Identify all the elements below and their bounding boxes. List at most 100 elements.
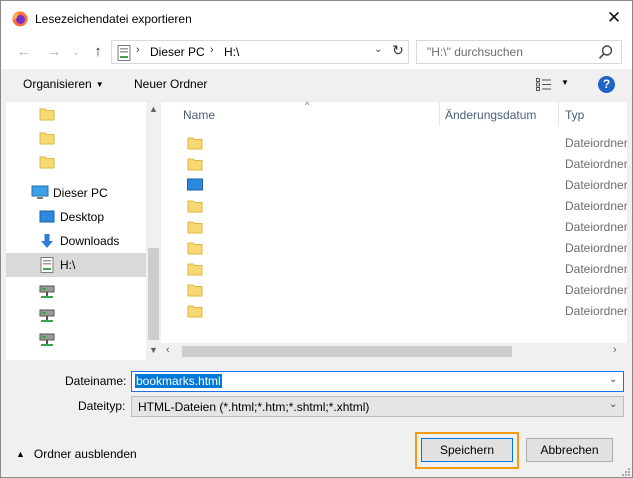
column-header-row: ^ Name Änderungsdatum Typ (161, 102, 627, 126)
column-header-date[interactable]: Änderungsdatum (445, 108, 536, 122)
folder-icon (187, 137, 203, 150)
navigation-bar: ← → ⌄ ↑ › Dieser PC › H:\ ⌄ ↻ "H:\" durc… (1, 37, 632, 69)
desktop-folder-icon (187, 178, 203, 191)
cancel-button[interactable]: Abbrechen (526, 438, 613, 462)
file-row[interactable]: Dateiordner (161, 216, 627, 237)
file-type: Dateiordner (565, 283, 627, 297)
resize-grip-icon[interactable] (621, 467, 631, 477)
file-type: Dateiordner (565, 220, 627, 234)
scroll-up-icon[interactable]: ▲ (146, 104, 161, 114)
back-arrow-icon[interactable]: ← (13, 41, 35, 63)
scroll-left-icon[interactable]: ‹ (166, 344, 170, 356)
forward-arrow-icon[interactable]: → (43, 41, 65, 63)
folder-icon (39, 108, 55, 121)
file-row[interactable]: Dateiordner (161, 153, 627, 174)
file-row[interactable]: Dateiordner (161, 132, 627, 153)
file-row[interactable]: Dateiordner (161, 300, 627, 321)
horizontal-scrollbar[interactable]: ‹ › (161, 343, 627, 360)
file-row[interactable]: Dateiordner (161, 279, 627, 300)
filename-label: Dateiname: (65, 374, 127, 388)
save-dialog: Lesezeichendatei exportieren ✕ ← → ⌄ ↑ ›… (0, 0, 633, 478)
chevron-down-icon[interactable]: ⌄ (609, 374, 617, 385)
folder-icon (187, 200, 203, 213)
sidebar-item-network-drive-1[interactable] (6, 280, 146, 304)
sidebar-item-network-drive-2[interactable] (6, 304, 146, 328)
organize-label: Organisieren (23, 77, 92, 91)
filetype-label: Dateityp: (78, 399, 126, 413)
column-header-name[interactable]: Name (183, 108, 215, 122)
up-arrow-icon[interactable]: ↑ (87, 41, 109, 63)
recent-locations-chevron-icon[interactable]: ⌄ (65, 41, 87, 63)
desktop-icon (39, 210, 55, 223)
file-type: Dateiordner (565, 136, 627, 150)
new-folder-button[interactable]: Neuer Ordner (134, 77, 207, 91)
search-icon (598, 45, 613, 59)
search-placeholder: "H:\" durchsuchen (427, 45, 523, 59)
view-options-icon[interactable] (536, 78, 552, 91)
file-list: ^ Name Änderungsdatum Typ Dateiordner Da… (161, 102, 627, 360)
filename-value[interactable]: bookmarks.html (135, 374, 222, 388)
sidebar-item-network-drive-3[interactable] (6, 328, 146, 352)
file-row[interactable]: Dateiordner (161, 237, 627, 258)
file-type: Dateiordner (565, 262, 627, 276)
folder-icon (187, 221, 203, 234)
chevron-down-icon[interactable]: ⌄ (609, 399, 617, 410)
browser-area: Dieser PC Desktop Downloads H:\ ▲ ▼ ^ Na… (5, 101, 628, 361)
window-title: Lesezeichendatei exportieren (35, 12, 192, 26)
navigation-scrollbar[interactable]: ▲ ▼ (146, 102, 161, 360)
sidebar-item-drive-h[interactable]: H:\ (6, 253, 146, 277)
breadcrumb-drive-h[interactable]: H:\ (224, 45, 239, 59)
folder-icon (187, 263, 203, 276)
address-bar[interactable]: › Dieser PC › H:\ ⌄ ↻ (111, 40, 409, 64)
sidebar-item-this-pc[interactable]: Dieser PC (6, 181, 146, 205)
sort-ascending-icon: ^ (305, 102, 310, 110)
save-button[interactable]: Speichern (421, 438, 513, 462)
filename-field[interactable]: bookmarks.html ⌄ (131, 371, 624, 392)
downloads-icon (41, 234, 53, 248)
file-type: Dateiordner (565, 178, 627, 192)
network-drive-icon (39, 333, 55, 346)
file-type: Dateiordner (565, 157, 627, 171)
sidebar-item-folder-1[interactable] (6, 102, 146, 126)
view-dropdown-icon[interactable]: ▼ (561, 78, 569, 87)
file-row[interactable]: Dateiordner (161, 174, 627, 195)
folder-icon (187, 305, 203, 318)
navigation-pane: Dieser PC Desktop Downloads H:\ ▲ ▼ (6, 102, 161, 360)
firefox-icon (12, 11, 28, 27)
filetype-value: HTML-Dateien (*.html;*.htm;*.shtml;*.xht… (138, 400, 370, 414)
breadcrumb-separator-icon: › (210, 44, 214, 56)
sidebar-item-label: H:\ (60, 258, 76, 272)
network-drive-icon (39, 309, 55, 322)
search-input[interactable]: "H:\" durchsuchen (416, 40, 622, 64)
scroll-right-icon[interactable]: › (613, 344, 617, 356)
folder-icon (187, 158, 203, 171)
sidebar-item-downloads[interactable]: Downloads (6, 229, 146, 253)
close-icon[interactable]: ✕ (605, 9, 623, 27)
folder-icon (39, 156, 55, 169)
sidebar-item-label: Desktop (60, 210, 105, 224)
file-row[interactable]: Dateiordner (161, 195, 627, 216)
title-bar: Lesezeichendatei exportieren ✕ (1, 1, 632, 37)
folder-icon (187, 284, 203, 297)
column-divider[interactable] (558, 102, 559, 126)
hide-folders-toggle[interactable]: ▲ Ordner ausblenden (16, 447, 137, 461)
caret-down-icon: ▼ (95, 80, 104, 89)
breadcrumb-this-pc[interactable]: Dieser PC (150, 45, 205, 59)
scrollbar-thumb[interactable] (182, 346, 512, 357)
column-header-type[interactable]: Typ (565, 108, 584, 122)
scrollbar-thumb[interactable] (148, 248, 159, 340)
sidebar-item-folder-2[interactable] (6, 126, 146, 150)
file-row[interactable]: Dateiordner (161, 258, 627, 279)
refresh-icon[interactable]: ↻ (389, 42, 407, 62)
computer-icon (31, 185, 49, 199)
organize-menu[interactable]: Organisieren ▼ (23, 77, 104, 91)
sidebar-item-desktop[interactable]: Desktop (6, 205, 146, 229)
drive-icon (117, 45, 131, 61)
sidebar-item-label: Downloads (60, 234, 120, 248)
help-icon[interactable]: ? (598, 76, 615, 93)
filetype-select[interactable]: HTML-Dateien (*.html;*.htm;*.shtml;*.xht… (131, 396, 624, 417)
column-divider[interactable] (439, 102, 440, 126)
scroll-down-icon[interactable]: ▼ (146, 345, 161, 355)
sidebar-item-folder-3[interactable] (6, 150, 146, 174)
address-dropdown-icon[interactable]: ⌄ (374, 44, 382, 55)
